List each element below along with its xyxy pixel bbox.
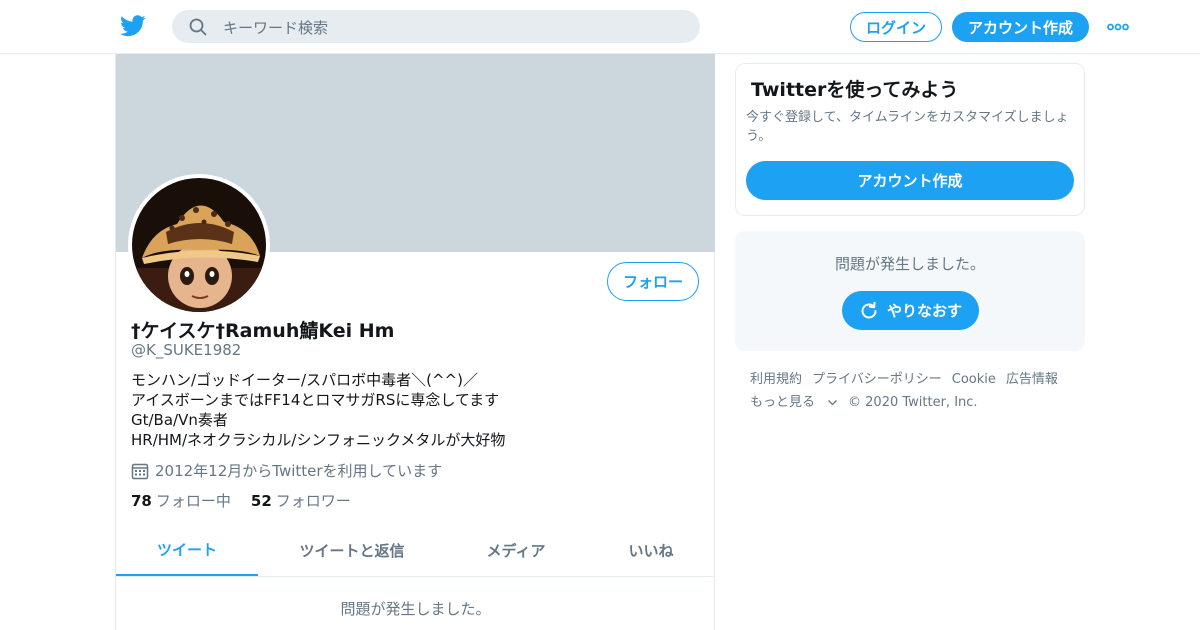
tab-likes[interactable]: いいね xyxy=(611,524,691,576)
followers-stat[interactable]: 52 フォロワー xyxy=(251,490,351,511)
search-bar[interactable]: キーワード検索 xyxy=(172,10,700,43)
following-label: フォロー中 xyxy=(155,492,231,510)
follow-stats: 78 フォロー中 52 フォロワー xyxy=(131,490,371,511)
footer-link-terms[interactable]: 利用規約 xyxy=(750,368,802,391)
tab-tweets[interactable]: ツイート xyxy=(116,524,258,576)
followers-count: 52 xyxy=(250,492,272,510)
profile-bio: モンハン/ゴッドイーター/スパロボ中毒者＼(^^)／ アイスボーンまではFF14… xyxy=(131,370,505,450)
join-date: 2012年12月からTwitterを利用しています xyxy=(131,460,442,481)
profile-handle: @K_SUKE1982 xyxy=(131,341,242,359)
retry-label: やりなおす xyxy=(886,302,962,320)
sidebar-error-card: 問題が発生しました。 やりなおす xyxy=(735,231,1085,351)
tab-tweets-and-replies[interactable]: ツイートと返信 xyxy=(286,524,418,576)
retry-button[interactable]: やりなおす xyxy=(842,291,979,330)
footer-copyright: © 2020 Twitter, Inc. xyxy=(848,395,978,410)
refresh-icon xyxy=(861,301,877,318)
tab-media[interactable]: メディア xyxy=(466,524,566,576)
bio-line: モンハン/ゴッドイーター/スパロボ中毒者＼(^^)／ xyxy=(131,371,478,389)
footer-more-link[interactable]: もっと見る xyxy=(750,391,838,414)
followers-label: フォロワー xyxy=(275,492,351,510)
search-placeholder: キーワード検索 xyxy=(223,19,329,37)
signup-card-description: 今すぐ登録して、タイムラインをカスタマイズしましょう。 xyxy=(746,110,1069,144)
bio-line: Gt/Ba/Vn奏者 xyxy=(131,411,228,429)
profile-column: フォロー †ケイスケ†Ramuh鯖Kei Hm @K_SUKE1982 モンハン… xyxy=(115,54,715,630)
top-navigation-bar: キーワード検索 ログイン アカウント作成 xyxy=(0,0,1200,54)
login-button[interactable]: ログイン xyxy=(850,12,942,42)
footer-link-privacy[interactable]: プライバシーポリシー xyxy=(812,368,942,391)
profile-tabs: ツイート ツイートと返信 メディア いいね xyxy=(116,524,715,577)
search-icon xyxy=(189,18,207,36)
follow-button[interactable]: フォロー xyxy=(607,262,699,301)
profile-display-name: †ケイスケ†Ramuh鯖Kei Hm xyxy=(131,320,395,342)
following-count: 78 xyxy=(131,492,152,510)
chevron-down-icon xyxy=(828,400,837,406)
signup-card: Twitterを使ってみよう 今すぐ登録して、タイムラインをカスタマイズしましょ… xyxy=(735,63,1085,216)
following-stat[interactable]: 78 フォロー中 xyxy=(131,490,231,511)
timeline-error-message: 問題が発生しました。 xyxy=(340,600,491,618)
twitter-bird-icon[interactable] xyxy=(120,14,146,38)
signup-card-title: Twitterを使ってみよう xyxy=(751,79,959,101)
bio-line: HR/HM/ネオクラシカル/シンフォニックメタルが大好物 xyxy=(131,431,506,449)
calendar-icon xyxy=(131,463,149,479)
join-date-text: 2012年12月からTwitterを利用しています xyxy=(155,462,443,480)
footer-link-ads[interactable]: 広告情報 xyxy=(1006,368,1058,391)
avatar[interactable] xyxy=(128,174,270,316)
sidebar-error-message: 問題が発生しました。 xyxy=(834,255,985,273)
bio-line: アイスボーンまではFF14とロマサガRSに専念してます xyxy=(131,391,500,409)
footer-link-cookie[interactable]: Cookie xyxy=(952,368,996,391)
more-dots-icon[interactable] xyxy=(1107,23,1129,31)
signup-card-button[interactable]: アカウント作成 xyxy=(746,161,1074,200)
avatar-image xyxy=(132,178,266,312)
footer-links: 利用規約 プライバシーポリシー Cookie 広告情報 もっと見る © 2020… xyxy=(750,368,1090,414)
footer-more-label: もっと見る xyxy=(750,395,816,410)
signup-button[interactable]: アカウント作成 xyxy=(952,12,1089,42)
